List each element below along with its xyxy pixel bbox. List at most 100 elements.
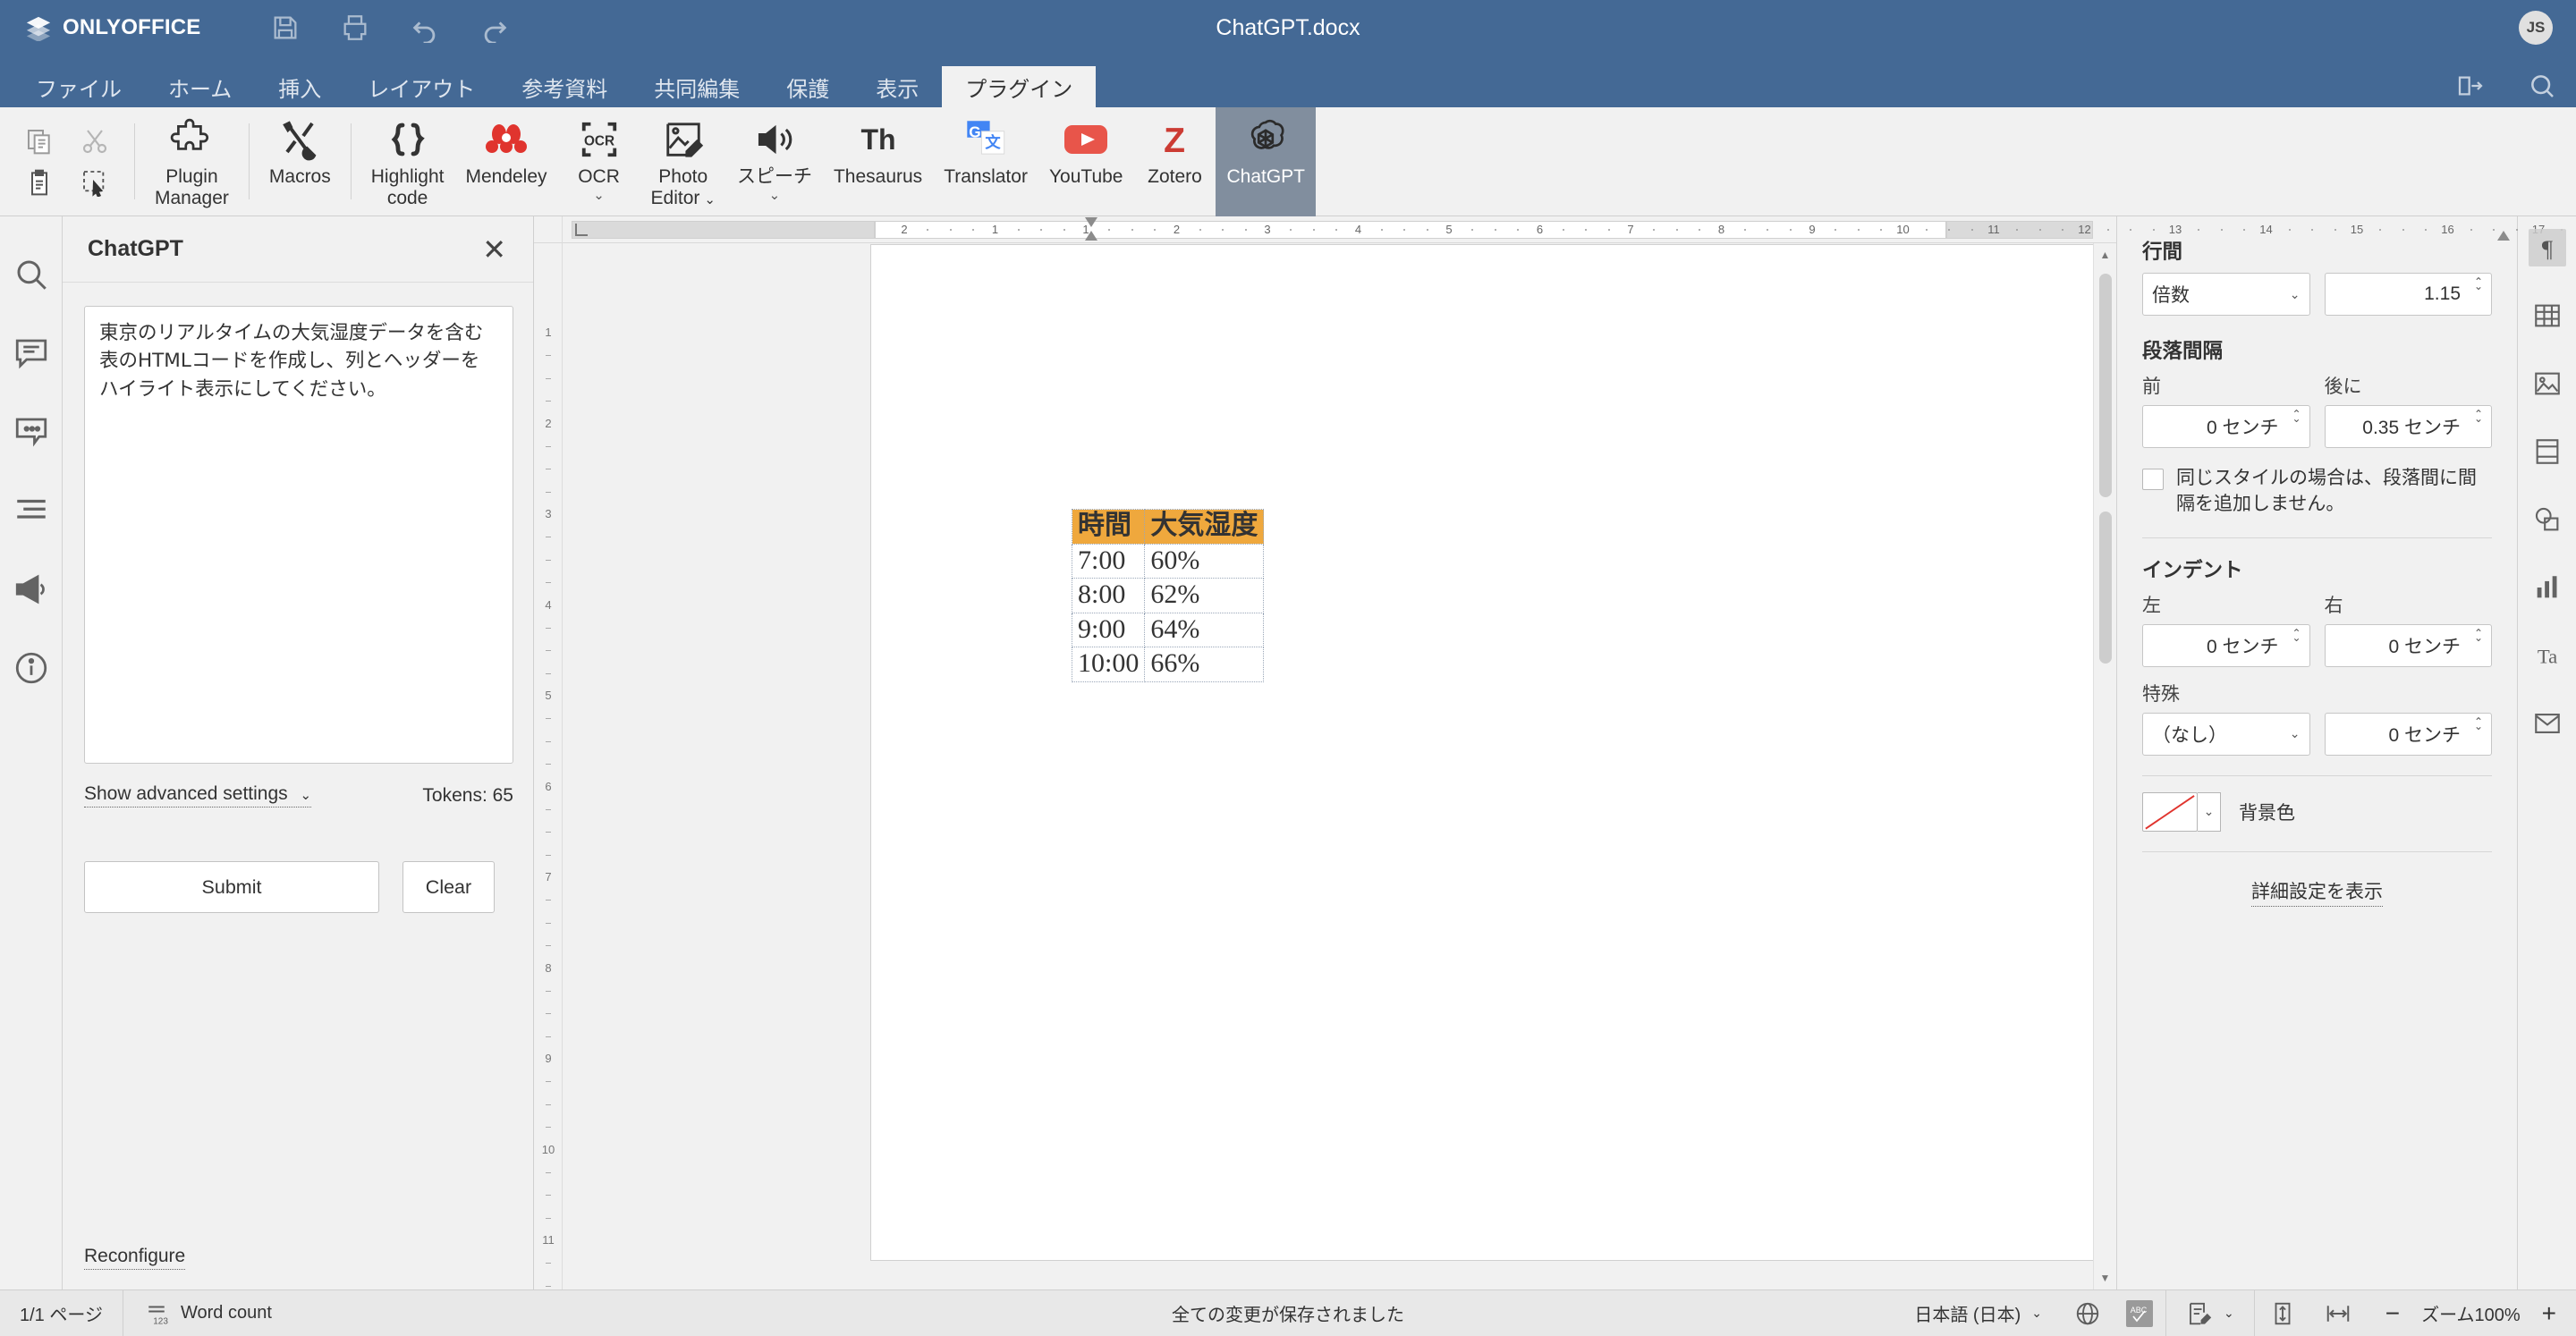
chevron-down-icon[interactable]: ⌄	[593, 189, 605, 202]
chevron-down-icon[interactable]: ⌄	[704, 193, 716, 208]
show-advanced-settings-link[interactable]: Show advanced settings ⌄	[84, 783, 311, 808]
zoom-level-label[interactable]: ズーム100%	[2421, 1300, 2521, 1326]
tab-insert[interactable]: 挿入	[255, 66, 344, 107]
tab-plugins[interactable]: プラグイン	[942, 66, 1096, 107]
stepper-icon[interactable]: ⌃⌄	[2474, 722, 2483, 726]
reconfigure-link[interactable]: Reconfigure	[84, 1246, 185, 1270]
close-icon[interactable]: ✕	[475, 232, 513, 267]
tab-protection[interactable]: 保護	[763, 66, 852, 107]
indent-right-input[interactable]: 0 センチ ⌃⌄	[2325, 624, 2493, 667]
spacing-after-input[interactable]: 0.35 センチ ⌃⌄	[2325, 405, 2493, 448]
copy-icon[interactable]	[21, 123, 57, 159]
plugin-button-mendeley[interactable]: Mendeley	[454, 107, 557, 216]
cut-icon[interactable]	[77, 123, 113, 159]
chevron-down-icon[interactable]: ⌄	[769, 189, 781, 202]
vertical-ruler[interactable]: 123456789101112	[534, 216, 563, 1289]
table-row[interactable]: 7:00 60%	[1072, 544, 1264, 579]
line-spacing-amount-input[interactable]: 1.15 ⌃⌄	[2325, 273, 2493, 316]
plugin-button-zotero[interactable]: Z Zotero	[1133, 107, 1216, 216]
chat-icon[interactable]	[13, 413, 50, 451]
plugin-button-translator[interactable]: G 文 Translator	[933, 107, 1038, 216]
about-info-icon[interactable]	[13, 649, 50, 687]
tab-file[interactable]: ファイル	[13, 66, 145, 107]
page-indicator[interactable]: 1/1 ページ	[0, 1290, 123, 1336]
scroll-down-arrow[interactable]: ▼	[2094, 1266, 2116, 1289]
table-row[interactable]: 10:00 66%	[1072, 647, 1264, 682]
plugin-button-ocr[interactable]: OCR OCR ⌄	[558, 107, 640, 216]
search-icon[interactable]	[2528, 72, 2556, 100]
language-selector[interactable]: 日本語 (日本) ⌄	[1894, 1290, 2062, 1336]
plugin-button-macros[interactable]: Macros	[258, 107, 342, 216]
document-canvas[interactable]: 時間 大気湿度 7:00 60% 8:00 62%	[563, 243, 2116, 1289]
plugin-button-photo-editor[interactable]: Photo Editor⌄	[640, 107, 726, 216]
table-row[interactable]: 9:00 64%	[1072, 613, 1264, 647]
submit-button[interactable]: Submit	[84, 861, 379, 913]
word-count-button[interactable]: 123 Word count	[123, 1290, 292, 1336]
fit-to-width-button[interactable]	[2310, 1290, 2366, 1336]
background-color-dropdown[interactable]: ⌄	[2198, 792, 2221, 832]
stepper-icon[interactable]: ⌃⌄	[2292, 414, 2301, 419]
spacing-before-input[interactable]: 0 センチ ⌃⌄	[2142, 405, 2310, 448]
line-spacing-mode-select[interactable]: 倍数 ⌄	[2142, 273, 2310, 316]
header-footer-settings-icon[interactable]	[2529, 433, 2566, 470]
document-scrollbar[interactable]: ▲ ▼	[2093, 243, 2116, 1289]
paste-icon[interactable]	[21, 165, 57, 200]
print-icon[interactable]	[340, 13, 370, 43]
scrollbar-thumb[interactable]	[2099, 274, 2112, 497]
table-row[interactable]: 8:00 62%	[1072, 579, 1264, 613]
show-advanced-settings-link[interactable]: 詳細設定を表示	[2251, 877, 2383, 907]
plugin-button-thesaurus[interactable]: Th Thesaurus	[823, 107, 933, 216]
avatar[interactable]: JS	[2519, 11, 2553, 45]
zoom-in-button[interactable]: +	[2542, 1301, 2556, 1326]
chart-settings-icon[interactable]	[2529, 569, 2566, 606]
undo-icon[interactable]	[410, 13, 440, 43]
special-indent-select[interactable]: （なし） ⌄	[2142, 713, 2310, 756]
search-icon[interactable]	[13, 256, 50, 293]
feedback-megaphone-icon[interactable]	[13, 571, 50, 608]
tab-home[interactable]: ホーム	[145, 66, 255, 107]
comments-icon[interactable]	[13, 334, 50, 372]
humidity-table[interactable]: 時間 大気湿度 7:00 60% 8:00 62%	[1072, 509, 1264, 682]
prompt-input[interactable]	[84, 306, 513, 764]
text-art-settings-icon[interactable]: Ta	[2529, 637, 2566, 674]
redo-icon[interactable]	[479, 13, 510, 43]
background-color-swatch[interactable]	[2142, 792, 2198, 832]
scrollbar-thumb-secondary[interactable]	[2099, 512, 2112, 664]
clear-button[interactable]: Clear	[402, 861, 495, 913]
select-all-icon[interactable]	[77, 165, 113, 200]
plugin-button-speech[interactable]: スピーチ ⌄	[726, 107, 823, 216]
track-changes-button[interactable]: ⌄	[2166, 1290, 2254, 1336]
open-file-location-icon[interactable]	[2456, 72, 2485, 100]
save-icon[interactable]	[270, 13, 301, 43]
stepper-icon[interactable]: ⌃⌄	[2474, 633, 2483, 638]
stepper-icon[interactable]: ⌃⌄	[2292, 633, 2301, 638]
fit-to-page-button[interactable]	[2255, 1290, 2310, 1336]
set-document-language-button[interactable]	[2062, 1290, 2114, 1336]
special-indent-amount-input[interactable]: 0 センチ ⌃⌄	[2325, 713, 2493, 756]
tab-view[interactable]: 表示	[852, 66, 942, 107]
document-page[interactable]: 時間 大気湿度 7:00 60% 8:00 62%	[871, 245, 2116, 1260]
same-style-spacing-checkbox[interactable]	[2142, 469, 2164, 490]
plugin-button-plugin-manager[interactable]: Plugin Manager	[144, 107, 240, 216]
table-settings-icon[interactable]	[2529, 297, 2566, 334]
image-settings-icon[interactable]	[2529, 365, 2566, 402]
tab-collaboration[interactable]: 共同編集	[631, 66, 763, 107]
brand[interactable]: ONLYOFFICE	[25, 14, 200, 41]
stepper-icon[interactable]: ⌃⌄	[2474, 414, 2483, 419]
headings-icon[interactable]	[13, 492, 50, 529]
mail-merge-settings-icon[interactable]	[2529, 705, 2566, 742]
indent-left-input[interactable]: 0 センチ ⌃⌄	[2142, 624, 2310, 667]
horizontal-ruler[interactable]: 211234567891011121314151617	[563, 216, 2116, 243]
paragraph-settings-icon[interactable]: ¶	[2529, 229, 2566, 266]
shape-settings-icon[interactable]	[2529, 501, 2566, 538]
tab-layout[interactable]: レイアウト	[344, 66, 498, 107]
tab-references[interactable]: 参考資料	[498, 66, 631, 107]
plugin-button-highlight-code[interactable]: Highlight code	[360, 107, 455, 216]
plugin-button-youtube[interactable]: YouTube	[1038, 107, 1134, 216]
tab-stop-selector[interactable]	[575, 224, 588, 236]
zoom-out-button[interactable]: −	[2385, 1301, 2400, 1326]
stepper-icon[interactable]: ⌃⌄	[2474, 282, 2483, 286]
spell-check-button[interactable]: ABC	[2114, 1290, 2165, 1336]
scroll-up-arrow[interactable]: ▲	[2094, 243, 2116, 266]
plugin-button-chatgpt[interactable]: ChatGPT	[1216, 107, 1316, 216]
